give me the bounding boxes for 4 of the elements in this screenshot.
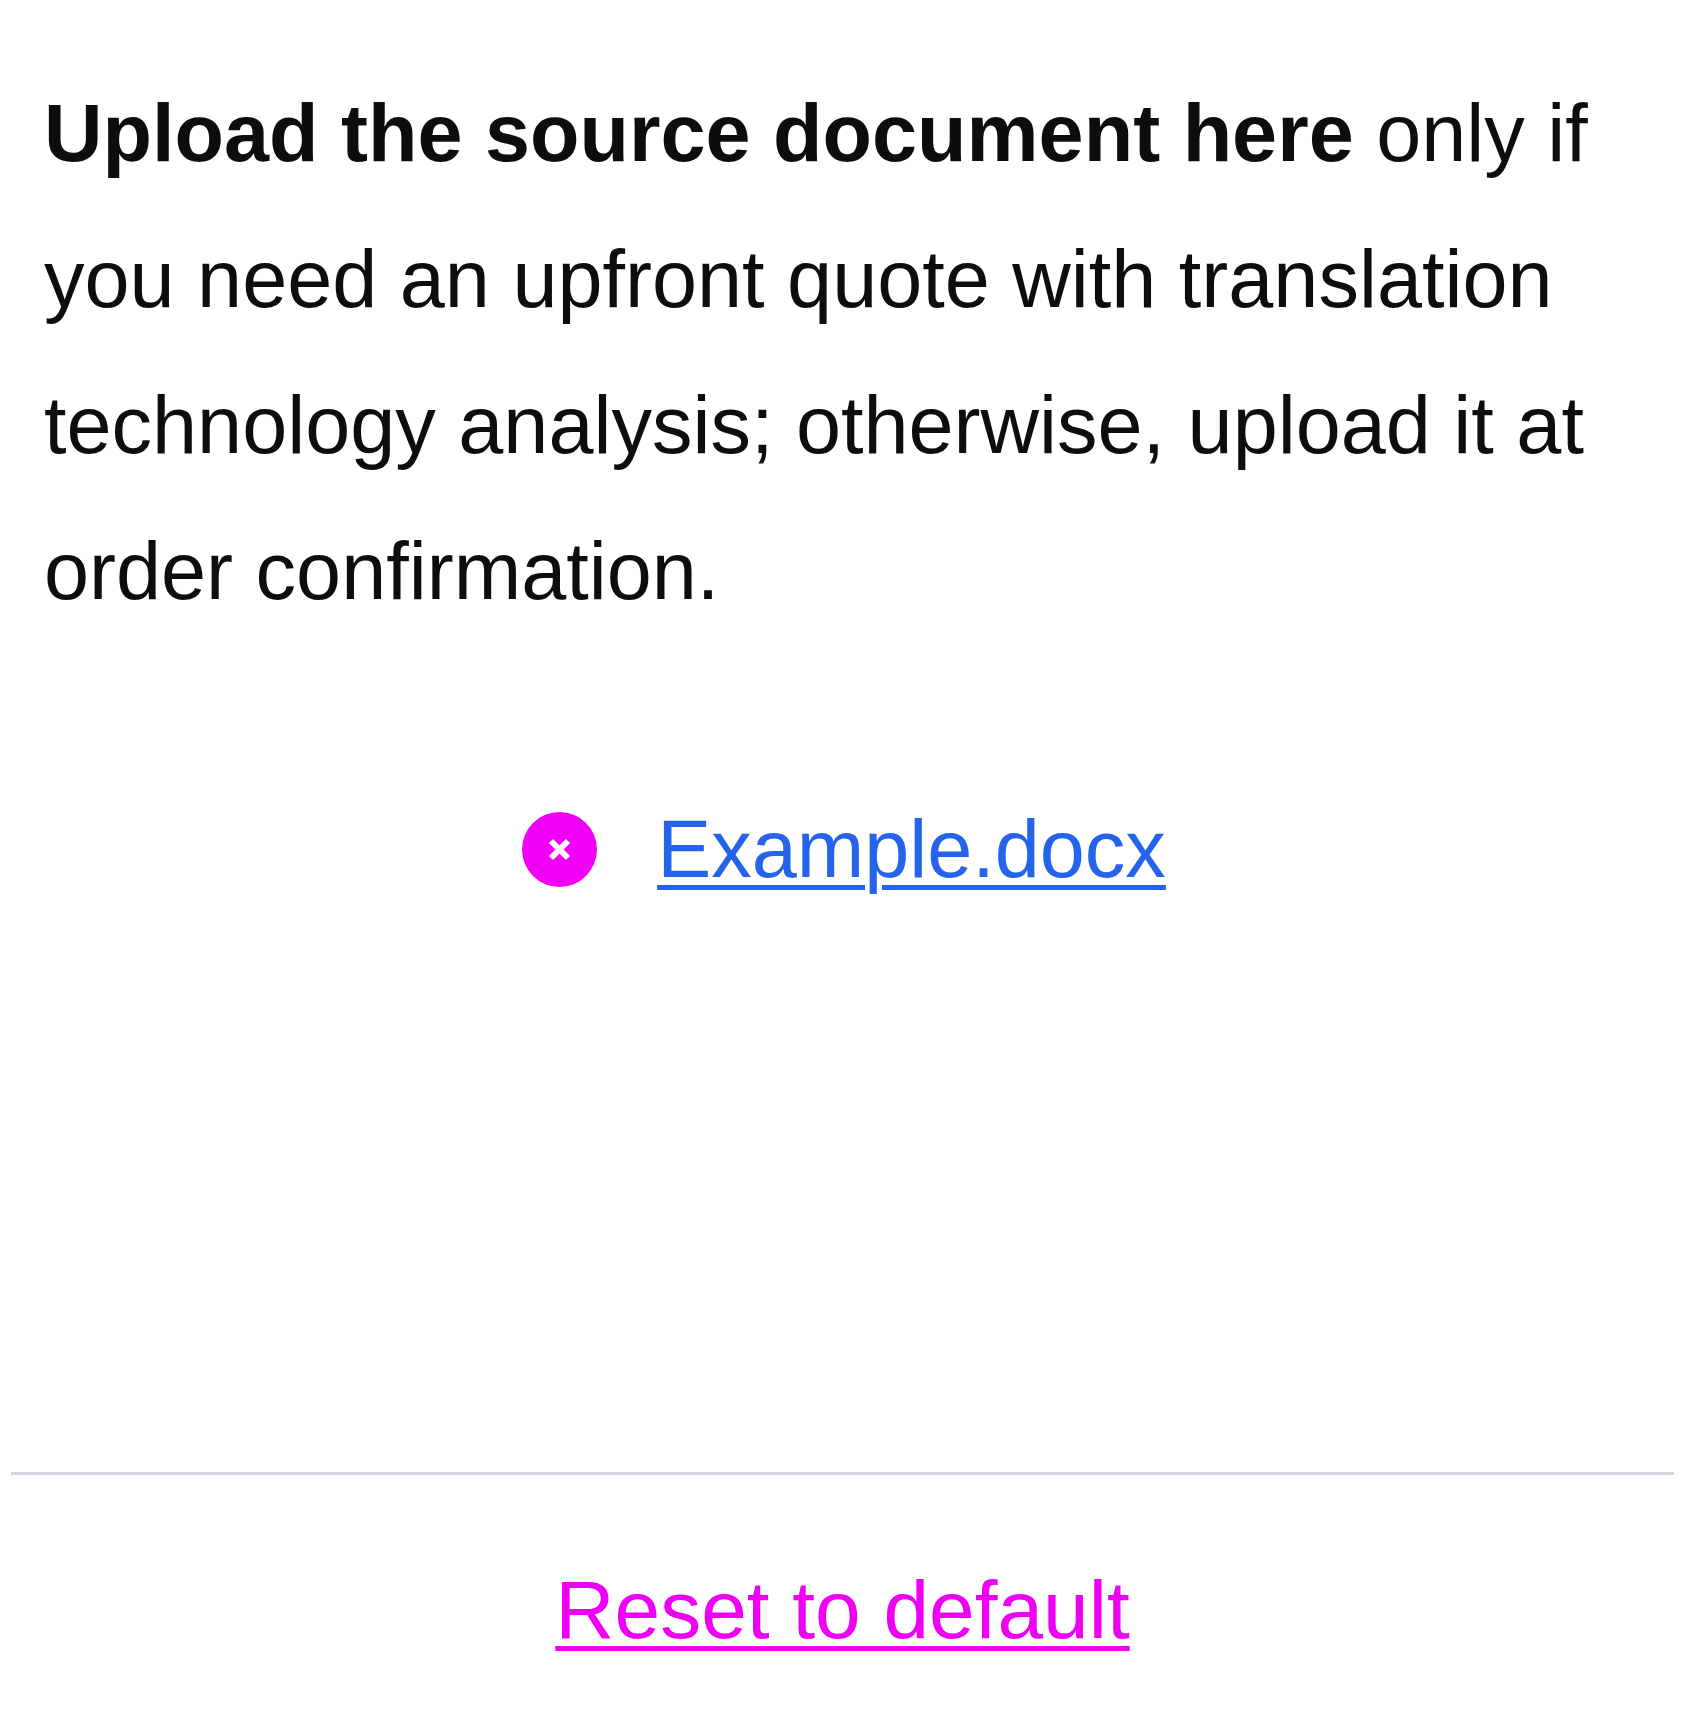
remove-icon[interactable] — [522, 811, 598, 887]
file-link[interactable]: Example.docx — [657, 802, 1166, 896]
reset-link[interactable]: Reset to default — [555, 1564, 1130, 1655]
instruction-text: Upload the source document here only if you need an upfront quote with translation technology analysis; otherwise, upload it at order confirmation. — [44, 87, 1589, 618]
